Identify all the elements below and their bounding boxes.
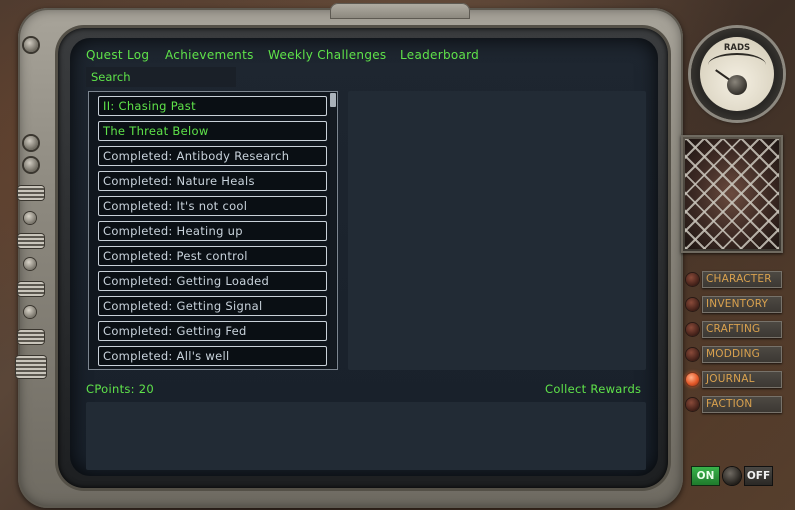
nav-crafting[interactable]: CRAFTING — [686, 321, 782, 338]
side-knob-icon — [24, 158, 38, 172]
collect-rewards-button[interactable]: Collect Rewards — [545, 382, 641, 396]
cpoints-counter: CPoints: 20 — [86, 382, 155, 396]
quest-list[interactable]: II: Chasing Past The Threat Below Comple… — [88, 91, 338, 370]
quest-list-item[interactable]: II: Chasing Past — [98, 96, 327, 116]
power-off-button[interactable]: OFF — [745, 467, 772, 485]
gauge-hub — [727, 75, 747, 95]
nav-inventory[interactable]: INVENTORY — [686, 296, 782, 313]
quest-list-item[interactable]: Completed: Antibody Research — [98, 146, 327, 166]
nav-led-active-icon — [686, 373, 699, 386]
scrollbar-thumb[interactable] — [330, 93, 336, 107]
side-vent-icon — [18, 234, 44, 248]
side-knob-icon — [24, 136, 38, 150]
rads-gauge: RADS — [691, 28, 783, 120]
side-knob-icon — [24, 38, 38, 52]
nav-led-icon — [686, 273, 699, 286]
side-vent-icon — [18, 330, 44, 344]
power-switch[interactable]: ON OFF — [692, 465, 772, 487]
tab-leaderboard[interactable]: Leaderboard — [400, 48, 479, 62]
nav-character[interactable]: CHARACTER — [686, 271, 782, 288]
side-screw-icon — [24, 212, 36, 224]
nav-label: JOURNAL — [702, 371, 782, 388]
nav-led-icon — [686, 298, 699, 311]
frame-top-handle — [330, 3, 470, 19]
rewards-panel — [86, 402, 646, 470]
nav-journal[interactable]: JOURNAL — [686, 371, 782, 388]
nav-label: CRAFTING — [702, 321, 782, 338]
gauge-face: RADS — [700, 37, 774, 111]
quest-list-item[interactable]: The Threat Below — [98, 121, 327, 141]
nav-label: CHARACTER — [702, 271, 782, 288]
quest-list-item[interactable]: Completed: Nature Heals — [98, 171, 327, 191]
speaker-grille — [681, 135, 783, 253]
quest-detail-panel — [348, 91, 646, 370]
nav-faction[interactable]: FACTION — [686, 396, 782, 413]
quest-list-item[interactable]: Completed: Getting Signal — [98, 296, 327, 316]
tab-quest-log[interactable]: Quest Log — [86, 48, 149, 62]
side-vent-icon — [18, 186, 44, 200]
tab-achievements[interactable]: Achievements — [165, 48, 254, 62]
nav-led-icon — [686, 398, 699, 411]
side-screw-icon — [24, 306, 36, 318]
power-on-button[interactable]: ON — [692, 467, 719, 485]
quest-list-item[interactable]: Completed: All's well — [98, 346, 327, 366]
quest-list-scrollbar[interactable] — [330, 93, 336, 368]
gauge-scale — [708, 53, 766, 77]
tab-weekly-challenges[interactable]: Weekly Challenges — [268, 48, 386, 62]
quest-list-item[interactable]: Completed: Pest control — [98, 246, 327, 266]
side-vent-icon — [18, 282, 44, 296]
nav-led-icon — [686, 323, 699, 336]
side-vent-icon — [16, 356, 46, 378]
quest-list-item[interactable]: Completed: Getting Fed — [98, 321, 327, 341]
power-knob-icon[interactable] — [723, 467, 741, 485]
gauge-label: RADS — [723, 43, 751, 53]
nav-modding[interactable]: MODDING — [686, 346, 782, 363]
side-screw-icon — [24, 258, 36, 270]
quest-list-item[interactable]: Completed: It's not cool — [98, 196, 327, 216]
nav-label: MODDING — [702, 346, 782, 363]
nav-label: FACTION — [702, 396, 782, 413]
nav-led-icon — [686, 348, 699, 361]
quest-list-item[interactable]: Completed: Getting Loaded — [98, 271, 327, 291]
grille-mesh — [685, 139, 779, 249]
search-input[interactable]: Search — [86, 67, 236, 87]
nav-label: INVENTORY — [702, 296, 782, 313]
quest-list-item[interactable]: Completed: Heating up — [98, 221, 327, 241]
